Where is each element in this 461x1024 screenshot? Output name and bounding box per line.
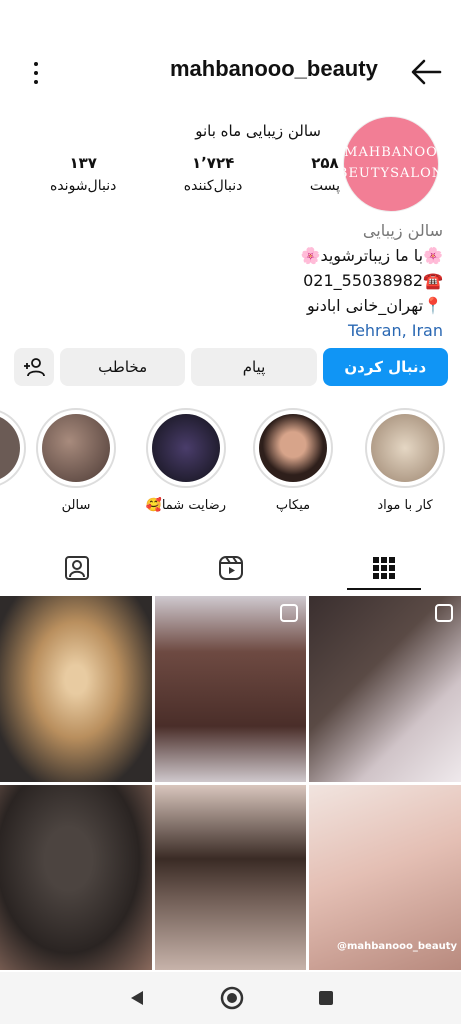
post-tile[interactable] xyxy=(154,784,307,970)
home-circle-icon[interactable] xyxy=(220,986,244,1010)
highlight-makeup-label: میکاپ xyxy=(275,498,311,513)
bio-line-3: 📍تهران_خانی ابادنو xyxy=(306,296,443,315)
profile-category: سالن زیبایی xyxy=(362,221,443,240)
profile-location-link[interactable]: Tehran, Iran xyxy=(23,318,443,343)
follow-button[interactable]: دنبال کردن xyxy=(322,348,448,386)
stat-following-value: ۱۳۷ xyxy=(69,154,97,172)
post-tile[interactable] xyxy=(0,784,152,970)
posts-grid: @mahbanooo_beauty xyxy=(0,596,461,970)
profile-bio: سالن زیبایی 🌸با ما زیباترشوید🌸 ☎️5503898… xyxy=(23,218,443,343)
highlight-salon-label: سالن xyxy=(61,498,91,513)
highlight-materials[interactable]: کار با مواد xyxy=(365,408,445,513)
contact-button[interactable]: مخاطب xyxy=(60,348,186,386)
highlight-satisfaction-label: رضایت شما🥰 xyxy=(145,498,226,513)
top-bar: mahbanooo_beauty xyxy=(0,44,461,100)
tab-tagged[interactable] xyxy=(0,546,154,590)
highlight-salon[interactable]: سالن xyxy=(36,408,116,513)
post-tile[interactable]: @mahbanooo_beauty xyxy=(309,784,461,970)
avatar-text-2: BEUTYSALON xyxy=(337,166,445,181)
stat-followers-label: دنبال‌کننده xyxy=(183,178,243,194)
highlight-materials-thumb xyxy=(371,414,439,482)
profile-actions: مخاطب پیام دنبال کردن xyxy=(14,348,448,386)
profile-username: mahbanooo_beauty xyxy=(170,56,378,81)
back-triangle-icon[interactable] xyxy=(127,988,147,1008)
highlight-makeup[interactable]: میکاپ xyxy=(253,408,333,513)
avatar-text-1: MAHBANOO xyxy=(344,145,438,161)
more-options-icon[interactable] xyxy=(26,62,46,84)
system-nav-bar xyxy=(0,972,461,1024)
post-tile[interactable] xyxy=(0,596,152,782)
stat-posts[interactable]: ۲۵۸ پست xyxy=(310,154,340,204)
profile-avatar[interactable]: MAHBANOO BEUTYSALON xyxy=(338,116,443,212)
highlight-satisfaction[interactable]: رضایت شما🥰 xyxy=(146,408,226,513)
stat-following-label: دنبال‌شونده xyxy=(50,178,117,194)
recents-square-icon[interactable] xyxy=(317,989,335,1007)
reel-badge-icon xyxy=(435,604,453,622)
post-watermark: @mahbanooo_beauty xyxy=(336,941,457,952)
story-highlights: سالن رضایت شما🥰 میکاپ کار با مواد xyxy=(0,408,461,518)
tab-reels[interactable] xyxy=(154,546,308,590)
profile-stats: ۲۵۸ پست ۱٬۷۲۴ دنبال‌کننده ۱۳۷ دنبال‌شوند… xyxy=(50,154,340,204)
highlight-salon-thumb xyxy=(42,414,110,482)
reel-badge-icon xyxy=(280,604,299,622)
message-button[interactable]: پیام xyxy=(191,348,317,386)
grid-icon xyxy=(373,557,396,579)
reels-icon xyxy=(218,556,243,580)
highlight-makeup-thumb xyxy=(259,414,327,482)
post-tile[interactable] xyxy=(309,596,461,782)
highlight-satisfaction-thumb xyxy=(152,414,220,482)
stat-followers-value: ۱٬۷۲۴ xyxy=(191,154,235,172)
stat-following[interactable]: ۱۳۷ دنبال‌شونده xyxy=(50,154,116,204)
back-arrow-icon[interactable] xyxy=(409,58,443,86)
highlight-materials-label: کار با مواد xyxy=(377,498,433,513)
stat-posts-label: پست xyxy=(309,178,340,194)
stat-followers[interactable]: ۱٬۷۲۴ دنبال‌کننده xyxy=(184,154,243,204)
tab-posts-grid[interactable] xyxy=(307,546,461,590)
profile-full-name: سالن زیبایی ماه بانو xyxy=(195,122,321,140)
bio-line-2: ☎️55038982_021 xyxy=(303,271,443,290)
stat-posts-value: ۲۵۸ xyxy=(311,154,339,172)
bio-line-1: 🌸با ما زیباترشوید🌸 xyxy=(300,246,443,265)
add-person-icon xyxy=(24,358,45,377)
tagged-person-icon xyxy=(64,556,89,580)
profile-tabs xyxy=(0,546,461,590)
post-tile[interactable] xyxy=(154,596,307,782)
highlight-partial[interactable] xyxy=(0,408,26,488)
suggest-people-button[interactable] xyxy=(14,348,54,386)
